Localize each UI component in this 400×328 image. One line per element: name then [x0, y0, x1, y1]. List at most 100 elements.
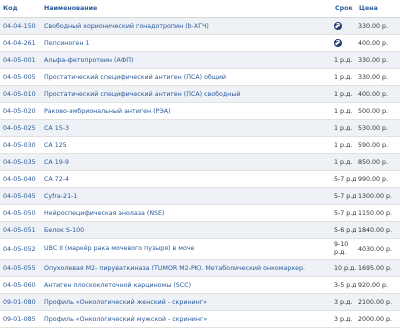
row-price: 500.00 р. — [356, 102, 400, 120]
table-row[interactable]: 04-05-055 Опухолевая M2- пируваткиназа (T… — [0, 259, 400, 277]
row-price: 1150.00 р. — [356, 204, 400, 222]
row-name-link[interactable]: CA 125 — [41, 136, 332, 154]
table-row[interactable]: 04-05-020 Раково-эмбриональный антиген (Р… — [0, 102, 400, 120]
row-term: 1 р.д. — [332, 68, 356, 86]
row-code[interactable]: 04-05-051 — [0, 221, 41, 239]
row-code[interactable]: 04-05-045 — [0, 187, 41, 205]
table-row[interactable]: 04-05-025 CA 15-3 1 р.д. 530.00 р. — [0, 119, 400, 137]
row-name-link[interactable]: Профиль «Онкологический мужской - скрини… — [41, 310, 332, 328]
row-price: 2100.00 р. — [356, 293, 400, 311]
table-header-row: Код Наименование Срок Цена — [0, 0, 400, 18]
table-row[interactable]: 04-05-052 UBC II (маркёр рака мочевого пу… — [0, 238, 400, 260]
row-name-link[interactable]: Простатический специфический антиген (ПС… — [41, 85, 332, 103]
table-row[interactable]: 09-01-085 Профиль «Онкологический мужской… — [0, 310, 400, 328]
row-price: 990.00 р. — [356, 170, 400, 188]
row-term: 5-7 р.д. — [332, 204, 356, 222]
row-name-link[interactable]: Пепсиноген 1 — [41, 34, 332, 52]
row-code[interactable]: 04-05-020 — [0, 102, 41, 120]
row-name-text[interactable]: UBC II (маркёр рака мочевого пузыря) в м… — [44, 245, 332, 253]
row-term: 5-6 р.д. — [332, 221, 356, 239]
row-name-link[interactable]: Нейроспецифическая энолаза (NSE) — [41, 204, 332, 222]
row-code[interactable]: 09-01-085 — [0, 310, 41, 328]
row-term: 1 р.д. — [332, 119, 356, 137]
table-row[interactable]: 04-04-261 Пепсиноген 1 400.00 р. — [0, 34, 400, 52]
row-price: 330.00 р. — [356, 68, 400, 86]
row-price: 590.00 р. — [356, 136, 400, 154]
row-code[interactable]: 04-05-052 — [0, 238, 41, 260]
row-price: 330.00 р. — [356, 17, 400, 35]
row-code[interactable]: 04-05-040 — [0, 170, 41, 188]
row-code[interactable]: 04-05-005 — [0, 68, 41, 86]
clock-icon — [334, 39, 342, 47]
header-code[interactable]: Код — [0, 0, 41, 18]
row-code[interactable]: 04-05-035 — [0, 153, 41, 171]
table-row[interactable]: 04-05-005 Простатический специфический ан… — [0, 68, 400, 86]
row-term — [332, 17, 356, 35]
table-row[interactable]: 04-05-060 Антиген плоскоклеточной карцино… — [0, 276, 400, 294]
row-price: 1300.00 р. — [356, 187, 400, 205]
table-row[interactable]: 04-05-010 Простатический специфический ан… — [0, 85, 400, 103]
row-term: 5-7 р.д. — [332, 170, 356, 188]
row-term: 9-10 р.д. — [332, 238, 356, 260]
row-code[interactable]: 04-05-025 — [0, 119, 41, 137]
row-code[interactable]: 04-05-060 — [0, 276, 41, 294]
table-row[interactable]: 04-05-040CA 72-45-7 р.д.990.00 р. — [0, 170, 400, 188]
row-price: 330.00 р. — [356, 51, 400, 69]
table-row[interactable]: 04-05-035 CA 19-9 1 р.д. 850.00 р. — [0, 153, 400, 171]
row-term: 1 р.д. — [332, 102, 356, 120]
row-name-link[interactable]: Антиген плоскоклеточной карциномы (SCC) — [41, 276, 332, 294]
row-name-link[interactable]: CA 19-9 — [41, 153, 332, 171]
header-term[interactable]: Срок — [332, 0, 356, 18]
row-price: 530.00 р. — [356, 119, 400, 137]
row-name-link[interactable]: Альфа-фетопротеин (АФП) — [41, 51, 332, 69]
row-term: 1 р.д. — [332, 153, 356, 171]
row-code[interactable]: 04-05-055 — [0, 259, 41, 277]
row-term — [332, 34, 356, 52]
row-name-link[interactable]: CA 72-4 — [41, 170, 332, 188]
table-row[interactable]: 04-05-045Cyfra-21-15-7 р.д.1300.00 р. — [0, 187, 400, 205]
clock-icon — [334, 22, 342, 30]
row-term: 1 р.д. — [332, 51, 356, 69]
row-term: 5-7 р.д. — [332, 187, 356, 205]
price-table: Код Наименование Срок Цена 04-04-150 Своб… — [0, 0, 400, 328]
table-row[interactable]: 04-04-150 Свободный хорионический гонадот… — [0, 17, 400, 35]
row-code[interactable]: 04-05-010 — [0, 85, 41, 103]
header-price[interactable]: Цена — [356, 0, 400, 18]
row-term: 1 р.д. — [332, 136, 356, 154]
row-term: 3 р.д. — [332, 310, 356, 328]
row-price: 1695.00 р. — [356, 259, 400, 277]
table-row[interactable]: 04-05-030 CA 125 1 р.д. 590.00 р. — [0, 136, 400, 154]
row-term-text: 9-10 р.д. — [334, 241, 349, 256]
row-price: 400.00 р. — [356, 85, 400, 103]
row-term: 3-5 р.д. — [332, 276, 356, 294]
row-term: 10 р.д. — [332, 259, 356, 277]
table-row[interactable]: 04-05-001 Альфа-фетопротеин (АФП) 1 р.д. 33… — [0, 51, 400, 69]
row-name-link[interactable]: Свободный хорионический гонадотропин (b-… — [41, 17, 332, 35]
row-name-link[interactable]: Профиль «Онкологический женский - скрини… — [41, 293, 332, 311]
row-price: 1840.00 р. — [356, 221, 400, 239]
table-row[interactable]: 09-01-080 Профиль «Онкологический женский… — [0, 293, 400, 311]
row-code[interactable]: 09-01-080 — [0, 293, 41, 311]
row-name-link[interactable]: Простатический специфический антиген (ПС… — [41, 68, 332, 86]
table-row[interactable]: 04-05-050 Нейроспецифическая энолаза (NSE… — [0, 204, 400, 222]
row-name-link[interactable]: Опухолевая M2- пируваткиназа (TUMOR M2-P… — [41, 259, 332, 277]
row-code[interactable]: 04-05-050 — [0, 204, 41, 222]
row-term: 3 р.д. — [332, 293, 356, 311]
row-name-link[interactable]: CA 15-3 — [41, 119, 332, 137]
row-name-link[interactable]: Раково-эмбриональный антиген (РЭА) — [41, 102, 332, 120]
row-code[interactable]: 04-04-261 — [0, 34, 41, 52]
header-name[interactable]: Наименование — [41, 0, 332, 18]
row-name-link[interactable]: Cyfra-21-1 — [41, 187, 332, 205]
row-name-link[interactable]: Белок S-100 — [41, 221, 332, 239]
row-name-link[interactable]: UBC II (маркёр рака мочевого пузыря) в м… — [41, 238, 332, 260]
row-price: 4030.00 р. — [356, 238, 400, 260]
row-code[interactable]: 04-05-030 — [0, 136, 41, 154]
row-price: 400.00 р. — [356, 34, 400, 52]
row-price: 850.00 р. — [356, 153, 400, 171]
table-row[interactable]: 04-05-051Белок S-1005-6 р.д.1840.00 р. — [0, 221, 400, 239]
row-price: 920.00 р. — [356, 276, 400, 294]
row-code[interactable]: 04-05-001 — [0, 51, 41, 69]
row-term: 1 р.д. — [332, 85, 356, 103]
row-code[interactable]: 04-04-150 — [0, 17, 41, 35]
row-price: 2000.00 р. — [356, 310, 400, 328]
